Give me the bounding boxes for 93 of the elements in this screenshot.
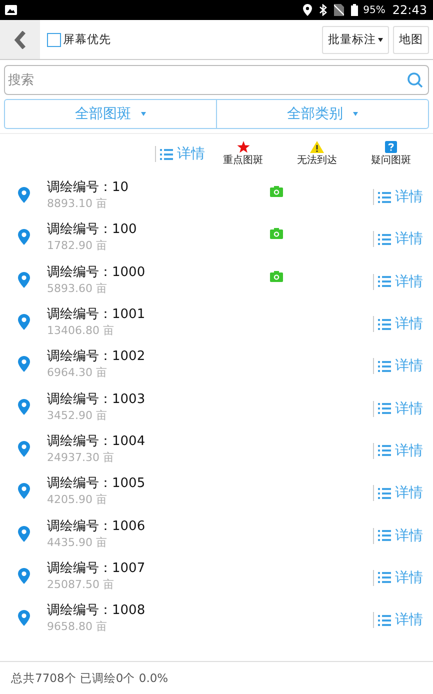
item-title: 调绘编号：1004	[47, 432, 146, 450]
item-area: 3452.90 亩	[47, 408, 247, 423]
details-link[interactable]: 详情	[373, 485, 423, 502]
star-icon	[236, 141, 250, 153]
search-icon	[407, 72, 423, 88]
details-link[interactable]: 详情	[373, 612, 423, 628]
batch-mark-button[interactable]: 批量标注	[322, 26, 389, 54]
list-icon	[160, 148, 173, 160]
list-icon	[378, 530, 391, 542]
list-item[interactable]: 调绘编号：1006 4435.90 亩 详情	[0, 512, 433, 555]
item-title: 调绘编号：100	[47, 221, 138, 238]
details-link[interactable]: 详情	[373, 570, 423, 586]
list-icon	[378, 276, 391, 288]
question-icon	[385, 141, 397, 153]
item-title: 调绘编号：1000	[47, 264, 146, 281]
legend-label: 疑问图斑	[371, 154, 411, 167]
list-item[interactable]: 调绘编号：1005 4205.90 亩 详情	[0, 470, 433, 512]
location-pin-icon	[18, 526, 30, 542]
location-icon	[303, 4, 312, 16]
checkbox[interactable]	[47, 32, 61, 46]
map-button[interactable]: 地图	[393, 26, 429, 54]
details-link[interactable]: 详情	[373, 231, 423, 248]
list-icon	[378, 614, 391, 626]
location-pin-icon	[18, 272, 30, 288]
list-icon	[378, 403, 391, 414]
location-pin-icon	[18, 568, 30, 584]
item-area: 5893.60 亩	[47, 280, 247, 296]
back-chevron-icon	[14, 30, 26, 48]
item-area: 9658.80 亩	[47, 619, 247, 634]
list-icon	[378, 488, 391, 499]
item-title: 调绘编号：1008	[47, 602, 146, 620]
search-field[interactable]: 搜索	[4, 65, 429, 95]
item-area: 13406.80 亩	[47, 323, 247, 338]
battery-icon	[351, 4, 358, 16]
item-title: 调绘编号：1003	[47, 390, 146, 408]
location-pin-icon	[18, 356, 30, 372]
item-title: 调绘编号：1001	[47, 306, 146, 324]
item-title: 调绘编号：1002	[47, 348, 146, 366]
list-item[interactable]: 调绘编号：1004 24937.30 亩 详情	[0, 428, 433, 470]
legend-label: 无法到达	[297, 154, 337, 167]
location-pin-icon	[18, 610, 30, 626]
location-pin-icon	[18, 229, 30, 246]
list-icon	[378, 192, 391, 203]
list-item[interactable]: 调绘编号：1008 9658.80 亩 详情	[0, 596, 433, 640]
item-title: 调绘编号：10	[47, 179, 130, 196]
image-icon	[5, 5, 17, 15]
checkbox-label: 屏幕优先	[63, 32, 111, 47]
list-item[interactable]: 调绘编号：1002 6964.30 亩 详情	[0, 343, 433, 386]
location-pin-icon	[18, 187, 30, 204]
warning-icon	[310, 141, 324, 153]
location-pin-icon	[18, 440, 30, 457]
no-sim-icon	[334, 4, 344, 16]
item-area: 1782.90 亩	[47, 238, 247, 254]
details-link[interactable]: 详情	[373, 316, 423, 332]
item-area: 8893.10 亩	[47, 196, 247, 212]
list-item[interactable]: 调绘编号：1003 3452.90 亩 详情	[0, 385, 433, 428]
summary-text: 总共7708个 已调绘0个 0.0%	[11, 670, 168, 686]
item-area: 4435.90 亩	[47, 534, 247, 550]
caret-down-icon	[141, 112, 146, 116]
caret-down-icon	[353, 112, 358, 116]
details-link[interactable]: 详情	[373, 400, 423, 417]
item-title: 调绘编号：1006	[47, 518, 146, 535]
item-area: 4205.90 亩	[47, 492, 247, 508]
back-button[interactable]	[0, 20, 40, 59]
list-icon	[378, 234, 391, 245]
list-item[interactable]: 调绘编号：100 1782.90 亩 详情	[0, 216, 433, 259]
caret-down-icon	[378, 38, 383, 42]
clock-time: 22:43	[392, 3, 427, 17]
list-icon	[378, 445, 391, 456]
item-area: 6964.30 亩	[47, 365, 247, 380]
details-link[interactable]: 详情	[373, 442, 423, 459]
details-link[interactable]: 详情	[373, 189, 423, 206]
list-item[interactable]: 调绘编号：1001 13406.80 亩 详情	[0, 300, 433, 344]
details-link[interactable]: 详情	[373, 274, 423, 290]
list-item[interactable]: 调绘编号：1007 25087.50 亩 详情	[0, 554, 433, 597]
location-pin-icon	[18, 314, 30, 330]
item-area: 25087.50 亩	[47, 576, 247, 592]
legend-label: 重点图斑	[223, 154, 263, 167]
details-link[interactable]: 详情	[373, 528, 423, 544]
location-pin-icon	[18, 398, 30, 415]
list-icon	[378, 360, 391, 372]
list-item[interactable]: 调绘编号：10 8893.10 亩 详情	[0, 174, 433, 216]
bluetooth-icon	[319, 4, 328, 16]
details-link[interactable]: 详情	[373, 358, 423, 374]
location-pin-icon	[18, 483, 30, 500]
item-area: 24937.30 亩	[47, 450, 247, 465]
list-icon	[378, 318, 391, 330]
list-item[interactable]: 调绘编号：1000 5893.60 亩 详情	[0, 258, 433, 301]
battery-percent: 95%	[363, 4, 386, 16]
item-title: 调绘编号：1005	[47, 475, 146, 492]
item-title: 调绘编号：1007	[47, 560, 146, 577]
list-icon	[378, 572, 391, 584]
details-link[interactable]: 详情	[155, 146, 205, 162]
